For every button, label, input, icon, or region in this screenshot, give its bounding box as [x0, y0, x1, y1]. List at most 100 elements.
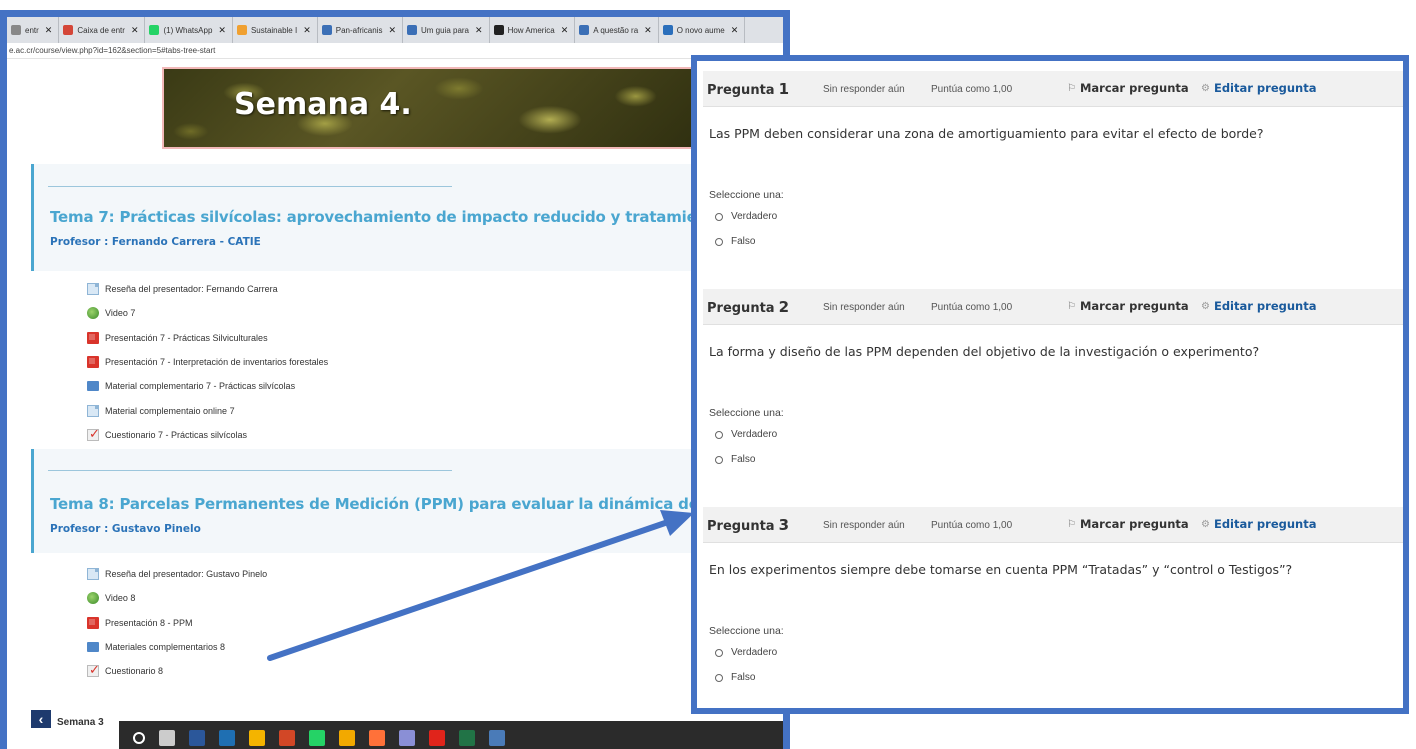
acrobat-icon[interactable]	[429, 730, 445, 746]
question-number-value: 3	[778, 516, 789, 534]
flag-question-label: Marcar pregunta	[1079, 81, 1189, 95]
topic-7-resources: Reseña del presentador: Fernando Carrera…	[87, 277, 328, 447]
paint-icon[interactable]	[399, 730, 415, 746]
edit-question-label: Editar pregunta	[1213, 81, 1317, 95]
question-word: Pregunta	[707, 83, 775, 98]
answer-option[interactable]: Falso	[715, 454, 755, 465]
edit-question-link[interactable]: ⚙ Editar pregunta	[1201, 81, 1317, 95]
tab-label: entr	[25, 25, 39, 35]
close-tab-icon[interactable]: ✕	[561, 25, 569, 36]
sticky-notes-icon[interactable]	[249, 730, 265, 746]
question-header: Pregunta 2 Sin responder aún Puntúa como 1,…	[703, 289, 1403, 325]
question-word: Pregunta	[707, 301, 775, 316]
resource-link[interactable]: Cuestionario 8	[87, 659, 267, 683]
close-tab-icon[interactable]: ✕	[45, 25, 53, 36]
flag-question-button[interactable]: ⚐ Marcar pregunta	[1067, 299, 1189, 313]
browser-tab[interactable]: Pan-africanis ✕	[318, 17, 403, 43]
question-header: Pregunta 1 Sin responder aún Puntúa como 1,…	[703, 71, 1403, 107]
topic-professor: Profesor : Fernando Carrera - CATIE	[50, 236, 261, 248]
browser-tab[interactable]: (1) WhatsApp ✕	[145, 17, 233, 43]
quiz-screenshot: Pregunta 1 Sin responder aún Puntúa como 1,…	[691, 55, 1409, 714]
close-tab-icon[interactable]: ✕	[131, 25, 139, 36]
flag-question-button[interactable]: ⚐ Marcar pregunta	[1067, 517, 1189, 531]
question-text: En los experimentos siempre debe tomarse…	[709, 562, 1293, 577]
answer-option-label: Verdadero	[731, 429, 778, 440]
question-text: Las PPM deben considerar una zona de amo…	[709, 126, 1264, 141]
previous-section-label[interactable]: Semana 3	[57, 717, 104, 728]
edit-question-label: Editar pregunta	[1213, 299, 1317, 313]
answer-option[interactable]: Verdadero	[715, 211, 777, 222]
resource-label: Video 7	[105, 308, 136, 319]
close-tab-icon[interactable]: ✕	[475, 25, 483, 36]
gmail-icon	[63, 25, 74, 35]
close-tab-icon[interactable]: ✕	[731, 25, 739, 36]
topic-section-8: Tema 8: Parcelas Permanentes de Medición…	[31, 449, 783, 553]
question-number-value: 1	[778, 80, 789, 98]
close-tab-icon[interactable]: ✕	[644, 25, 652, 36]
chrome-icon[interactable]	[339, 730, 355, 746]
topic-title[interactable]: Tema 7: Prácticas silvícolas: aprovecham…	[50, 208, 766, 226]
browser-tab[interactable]: A questão ra ✕	[575, 17, 659, 43]
tab-label: Um guia para	[420, 25, 470, 35]
flag-question-button[interactable]: ⚐ Marcar pregunta	[1067, 81, 1189, 95]
word-icon[interactable]	[189, 730, 205, 746]
close-tab-icon[interactable]: ✕	[303, 25, 311, 36]
resource-link[interactable]: Video 7	[87, 301, 328, 325]
powerpoint-icon[interactable]	[279, 730, 295, 746]
edit-question-label: Editar pregunta	[1213, 517, 1317, 531]
gear-icon: ⚙	[1201, 82, 1210, 94]
close-tab-icon[interactable]: ✕	[388, 25, 396, 36]
resource-link[interactable]: Material complementario 7 - Prácticas si…	[87, 374, 328, 398]
address-bar[interactable]: e.ac.cr/course/view.php?id=162&section=5…	[7, 43, 783, 59]
excel-icon[interactable]	[459, 730, 475, 746]
radio-button[interactable]	[715, 212, 723, 221]
cortana-icon[interactable]	[133, 732, 145, 744]
topic-title[interactable]: Tema 8: Parcelas Permanentes de Medición…	[50, 495, 769, 513]
browser-tab-bar: entr ✕ Caixa de entr ✕ (1) WhatsApp ✕ Sustaina…	[7, 17, 783, 43]
resource-link[interactable]: Reseña del presentador: Gustavo Pinelo	[87, 562, 267, 586]
quiz-icon	[87, 662, 100, 678]
answer-prompt: Seleccione una:	[709, 189, 784, 201]
resource-link[interactable]: Materiales complementarios 8	[87, 635, 267, 659]
answer-option-label: Verdadero	[731, 647, 778, 658]
tab-label: (1) WhatsApp	[163, 25, 213, 35]
whatsapp-icon[interactable]	[309, 730, 325, 746]
answer-option[interactable]: Falso	[715, 236, 755, 247]
resource-link[interactable]: Material complementaio online 7	[87, 398, 328, 422]
close-tab-icon[interactable]: ✕	[218, 25, 226, 36]
firefox-icon[interactable]	[369, 730, 385, 746]
browser-tab[interactable]: Sustainable I ✕	[233, 17, 318, 43]
resource-link[interactable]: Video 8	[87, 586, 267, 610]
radio-button[interactable]	[715, 648, 723, 657]
banner-title: Semana 4.	[234, 87, 412, 122]
resource-link[interactable]: Presentación 8 - PPM	[87, 611, 267, 635]
resource-link[interactable]: Presentación 7 - Prácticas Silvicultural…	[87, 326, 328, 350]
answer-option[interactable]: Verdadero	[715, 429, 777, 440]
pdf-icon	[87, 356, 99, 369]
task-view-icon[interactable]	[159, 730, 175, 746]
radio-button[interactable]	[715, 430, 723, 439]
flag-icon: ⚐	[1067, 300, 1076, 312]
answer-option[interactable]: Falso	[715, 672, 755, 683]
browser-tab[interactable]: Caixa de entr ✕	[59, 17, 146, 43]
browser-tab[interactable]: Um guia para ✕	[403, 17, 490, 43]
resource-label: Presentación 7 - Prácticas Silvicultural…	[105, 332, 268, 343]
video-icon	[87, 592, 99, 605]
resource-link[interactable]: Cuestionario 7 - Prácticas silvícolas	[87, 423, 328, 447]
previous-section-button[interactable]: ‹	[31, 710, 51, 728]
edit-question-link[interactable]: ⚙ Editar pregunta	[1201, 299, 1317, 313]
resource-label: Presentación 8 - PPM	[105, 617, 193, 628]
radio-button[interactable]	[715, 673, 723, 682]
resource-link[interactable]: Reseña del presentador: Fernando Carrera	[87, 277, 328, 301]
answer-option[interactable]: Verdadero	[715, 647, 777, 658]
calculator-icon[interactable]	[489, 730, 505, 746]
browser-tab[interactable]: How America ✕	[490, 17, 576, 43]
resource-label: Presentación 7 - Interpretación de inven…	[105, 357, 329, 368]
radio-button[interactable]	[715, 237, 723, 246]
browser-tab[interactable]: entr ✕	[7, 17, 60, 43]
radio-button[interactable]	[715, 455, 723, 464]
resource-link[interactable]: Presentación 7 - Interpretación de inven…	[87, 350, 328, 374]
edit-question-link[interactable]: ⚙ Editar pregunta	[1201, 517, 1317, 531]
calculator-app-icon[interactable]	[219, 730, 235, 746]
browser-tab[interactable]: O novo aume ✕	[659, 17, 746, 43]
